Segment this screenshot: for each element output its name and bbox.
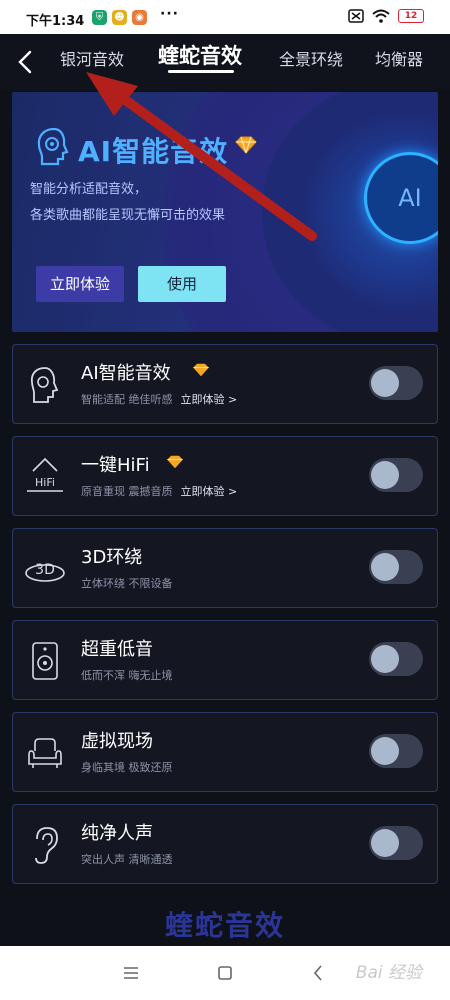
toggle-knob [371, 369, 399, 397]
ai-orb-label: AI [398, 184, 422, 212]
effect-card-virtual-live[interactable]: 虚拟现场 身临其境 极致还原 [12, 712, 438, 792]
effect-card-hifi[interactable]: HiFi 一键HiFi 原音重现 震撼音质 立即体验 > [12, 436, 438, 516]
toggle-knob [371, 553, 399, 581]
effect-title: 纯净人声 [81, 823, 153, 844]
effect-card-ai[interactable]: AI智能音效 智能适配 绝佳听感 立即体验 > [12, 344, 438, 424]
effect-title: AI智能音效 [81, 363, 171, 384]
effect-card-heavy-bass[interactable]: 超重低音 低而不浑 嗨无止境 [12, 620, 438, 700]
effect-subtitle: 智能适配 绝佳听感 立即体验 > [81, 391, 237, 407]
menu-icon[interactable] [118, 960, 144, 986]
tab-viper-effect[interactable]: 蝰蛇音效 [158, 40, 242, 70]
effect-toggle[interactable] [369, 642, 423, 676]
try-now-link[interactable]: 立即体验 > [181, 393, 238, 406]
ear-icon [35, 827, 58, 864]
effect-title: 3D环绕 [81, 547, 143, 568]
effect-card-3d-surround[interactable]: 3D 3D环绕 立体环绕 不限设备 [12, 528, 438, 608]
tab-panoramic-surround[interactable]: 全景环绕 [279, 46, 343, 70]
battery-icon: 12 [398, 9, 424, 23]
status-indicators: 12 [348, 9, 424, 23]
diamond-premium-icon [235, 136, 257, 154]
toggle-knob [371, 829, 399, 857]
watermark: Bai 经验 [355, 963, 422, 983]
diamond-premium-icon [167, 455, 183, 469]
effect-title: 虚拟现场 [81, 731, 153, 752]
effect-subtitle: 低而不浑 嗨无止境 [81, 669, 173, 682]
app-notification-icon: ☻ [112, 10, 127, 25]
active-tab-indicator [168, 70, 234, 73]
3d-icon-label: 3D [35, 562, 55, 578]
effect-card-pure-vocals[interactable]: 纯净人声 突出人声 清晰通透 [12, 804, 438, 884]
hifi-icon-label: HiFi [35, 476, 55, 489]
app-notification-icon: ◉ [132, 10, 147, 25]
banner-title: AI智能音效 [78, 135, 229, 168]
banner-description-line2: 各类歌曲都能呈现无懈可击的效果 [30, 208, 226, 223]
ai-head-icon [37, 127, 69, 166]
effect-title: 超重低音 [81, 639, 153, 660]
status-bar: 下午1:34 ⛨ ☻ ◉ ··· 12 [0, 0, 450, 34]
effect-toggle[interactable] [369, 734, 423, 768]
toggle-knob [371, 461, 399, 489]
diamond-premium-icon [193, 363, 209, 377]
3d-icon: 3D [25, 562, 65, 582]
tab-equalizer[interactable]: 均衡器 [375, 46, 423, 70]
sim-icon [348, 9, 364, 23]
use-button[interactable]: 使用 [138, 266, 226, 302]
effect-subtitle: 立体环绕 不限设备 [81, 577, 173, 590]
system-navigation-bar: Bai 经验 [0, 946, 450, 1000]
footer-brand-logo: 蝰蛇音效 [164, 909, 285, 942]
effect-subtitle-text: 原音重现 震撼音质 [81, 485, 173, 498]
try-now-link[interactable]: 立即体验 > [181, 485, 238, 498]
toggle-knob [371, 645, 399, 673]
speaker-icon [32, 642, 58, 680]
try-now-button[interactable]: 立即体验 [36, 266, 124, 302]
hifi-icon: HiFi [27, 457, 63, 492]
effect-toggle[interactable] [369, 366, 423, 400]
effect-toggle[interactable] [369, 826, 423, 860]
effect-toggle[interactable] [369, 458, 423, 492]
effect-subtitle: 身临其境 极致还原 [81, 761, 173, 774]
effect-toggle[interactable] [369, 550, 423, 584]
top-tab-bar: 银河音效 蝰蛇音效 全景环绕 均衡器 [0, 34, 450, 90]
more-notifications-icon: ··· [160, 6, 179, 22]
ai-orb-icon: AI [364, 152, 438, 244]
sofa-icon [28, 738, 62, 768]
status-time: 下午1:34 [26, 14, 85, 29]
tab-galaxy-effect[interactable]: 银河音效 [60, 46, 124, 70]
toggle-knob [371, 737, 399, 765]
wifi-icon [372, 9, 390, 23]
effect-title: 一键HiFi [81, 455, 150, 476]
effect-subtitle: 突出人声 清晰通透 [81, 853, 173, 866]
banner-description-line1: 智能分析适配音效， [30, 182, 148, 197]
ai-head-icon [30, 367, 59, 403]
ai-effect-banner: AI AI智能音效 智能分析适配音效， 各类歌曲都能呈现无懈可击的效果 立即体验… [12, 92, 438, 332]
effect-subtitle: 原音重现 震撼音质 立即体验 > [81, 483, 237, 499]
home-icon[interactable] [212, 960, 238, 986]
app-notification-icon: ⛨ [92, 10, 107, 25]
effect-subtitle-text: 智能适配 绝佳听感 [81, 393, 173, 406]
back-nav-icon[interactable] [306, 960, 332, 986]
back-arrow-icon[interactable] [12, 44, 40, 80]
